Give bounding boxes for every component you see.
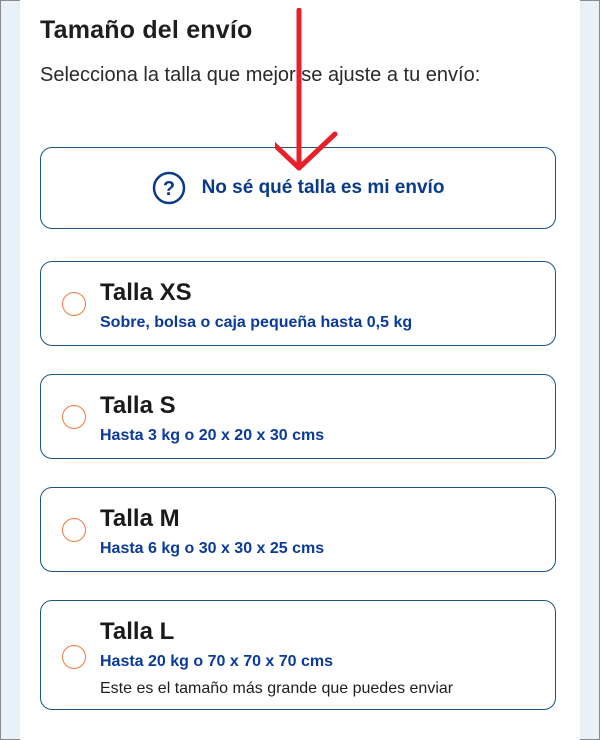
shipment-size-panel: Tamaño del envío Selecciona la talla que…: [20, 0, 580, 740]
size-help-label: No sé qué talla es mi envío: [201, 177, 445, 198]
size-option-xs[interactable]: Talla XS Sobre, bolsa o caja pequeña has…: [40, 261, 556, 346]
size-option-m[interactable]: Talla M Hasta 6 kg o 30 x 30 x 25 cms: [40, 487, 556, 572]
size-option-l-title: Talla L: [100, 618, 175, 645]
size-option-m-radio[interactable]: [62, 518, 86, 542]
size-option-xs-title: Talla XS: [100, 279, 192, 306]
size-option-xs-description: Sobre, bolsa o caja pequeña hasta 0,5 kg: [100, 314, 413, 331]
size-option-s-radio[interactable]: [62, 405, 86, 429]
size-option-s-description: Hasta 3 kg o 20 x 20 x 30 cms: [100, 427, 325, 444]
size-option-l-radio[interactable]: [62, 645, 86, 669]
question-circle-icon: ?: [152, 171, 186, 205]
svg-text:?: ?: [162, 178, 174, 200]
size-option-s[interactable]: Talla S Hasta 3 kg o 20 x 20 x 30 cms: [40, 374, 556, 459]
size-option-xs-radio[interactable]: [62, 292, 86, 316]
size-option-m-title: Talla M: [100, 505, 180, 532]
section-title: Tamaño del envío: [40, 16, 253, 44]
size-option-s-title: Talla S: [100, 392, 176, 419]
size-option-l-description: Hasta 20 kg o 70 x 70 x 70 cms: [100, 653, 334, 670]
size-option-l-note: Este es el tamaño más grande que puedes …: [100, 680, 454, 697]
size-option-l[interactable]: Talla L Hasta 20 kg o 70 x 70 x 70 cms E…: [40, 600, 556, 710]
red-arrow-down-icon: [260, 7, 345, 178]
size-option-m-description: Hasta 6 kg o 30 x 30 x 25 cms: [100, 540, 325, 557]
